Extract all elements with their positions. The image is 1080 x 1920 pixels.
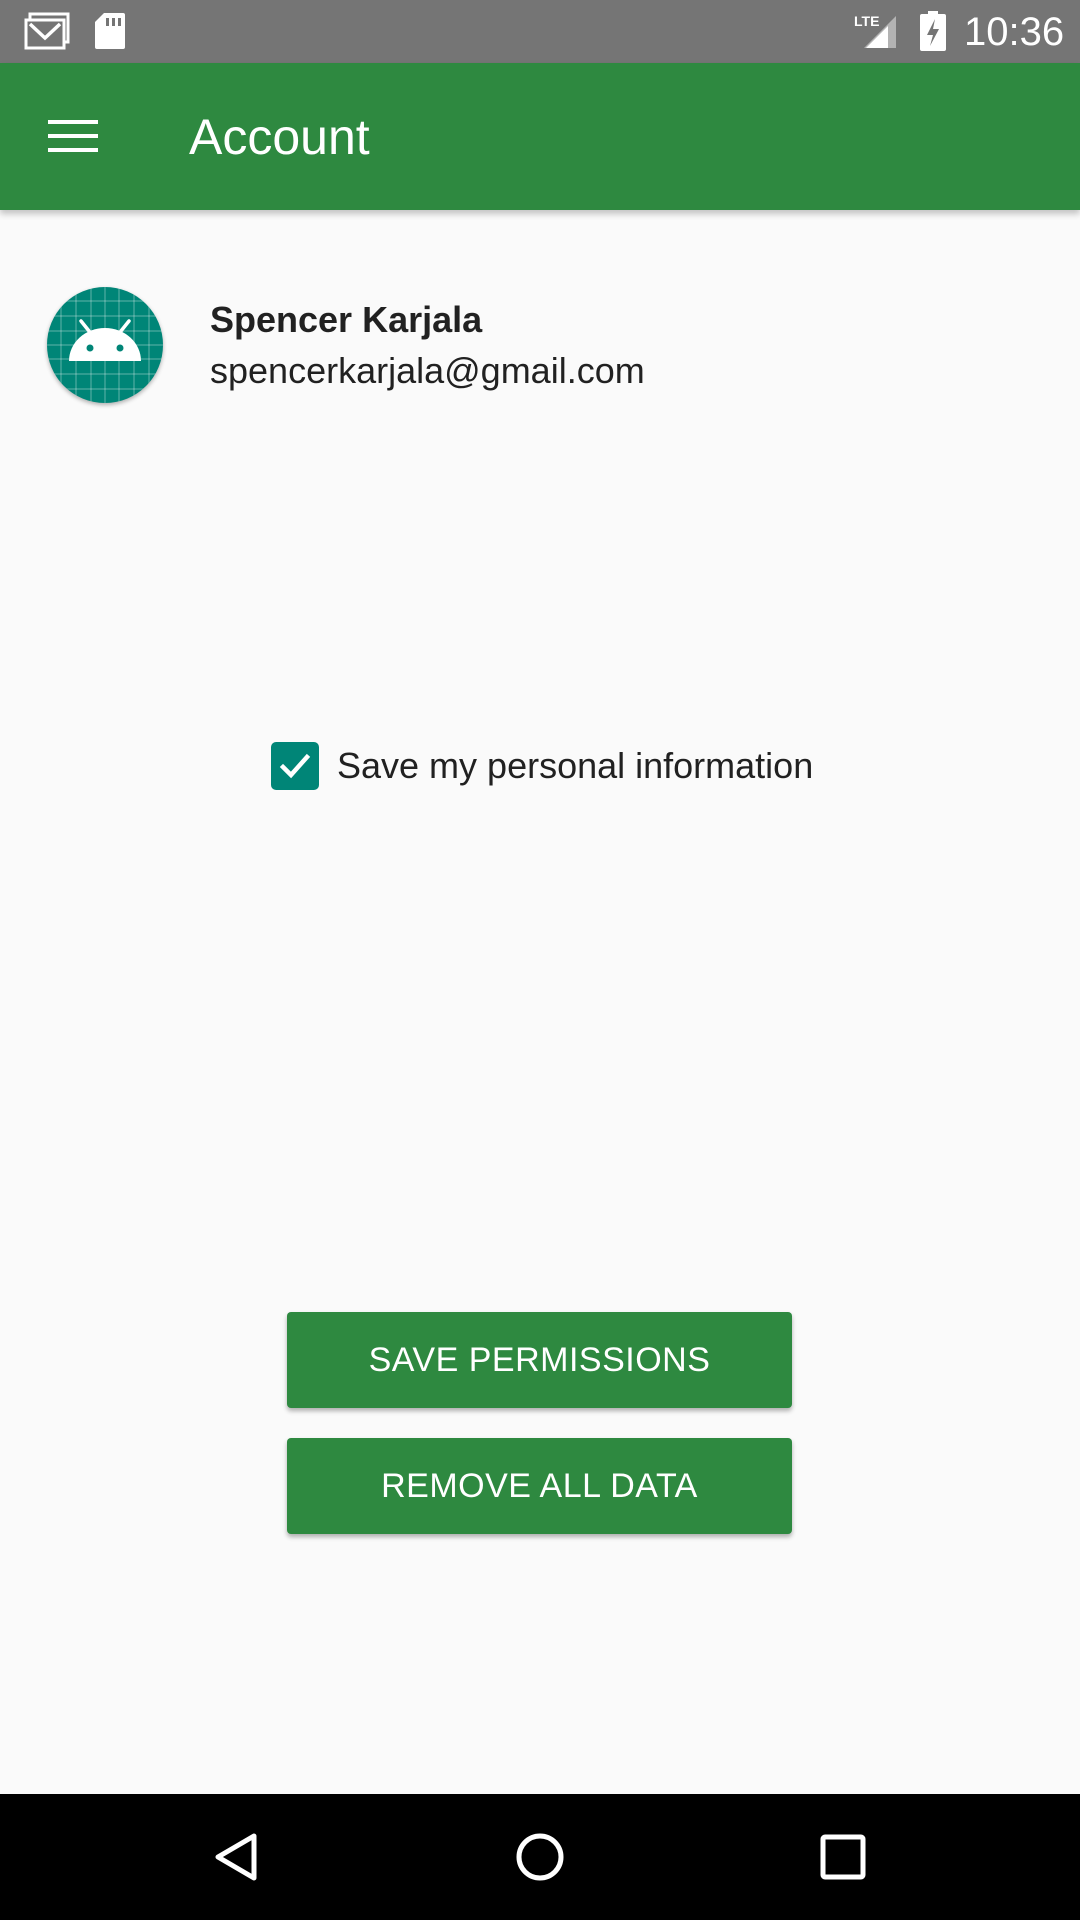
home-icon	[516, 1833, 564, 1881]
menu-button[interactable]	[26, 101, 120, 171]
avatar	[47, 287, 163, 403]
checkbox-box[interactable]	[271, 742, 319, 790]
sd-card-icon	[95, 13, 125, 49]
checkbox-label: Save my personal information	[337, 745, 814, 786]
back-icon	[215, 1833, 257, 1881]
profile-name: Spencer Karjala	[210, 299, 483, 340]
gmail-icon	[24, 12, 70, 50]
profile-section: Spencer Karjala spencerkarjala@gmail.com	[0, 210, 1080, 430]
checkmark-icon	[279, 753, 311, 779]
remove-all-data-button[interactable]: REMOVE ALL DATA	[287, 1438, 792, 1534]
save-permissions-button[interactable]: SAVE PERMISSIONS	[287, 1312, 792, 1408]
android-robot-icon	[47, 287, 163, 403]
recents-icon	[820, 1834, 866, 1880]
status-bar: LTE 10:36	[0, 0, 1080, 63]
network-type-label: LTE	[854, 13, 879, 29]
back-button[interactable]	[187, 1814, 287, 1900]
page-title: Account	[189, 109, 370, 165]
navigation-bar	[0, 1794, 1080, 1920]
hamburger-menu-icon	[48, 120, 98, 152]
recents-button[interactable]	[793, 1814, 893, 1900]
profile-email: spencerkarjala@gmail.com	[210, 350, 645, 391]
battery-charging-icon	[920, 11, 946, 51]
app-bar: Account	[0, 63, 1080, 210]
lte-signal-icon: LTE	[854, 13, 896, 48]
save-personal-info-checkbox[interactable]: Save my personal information	[265, 736, 813, 796]
home-button[interactable]	[490, 1814, 590, 1900]
status-clock: 10:36	[964, 10, 1065, 54]
